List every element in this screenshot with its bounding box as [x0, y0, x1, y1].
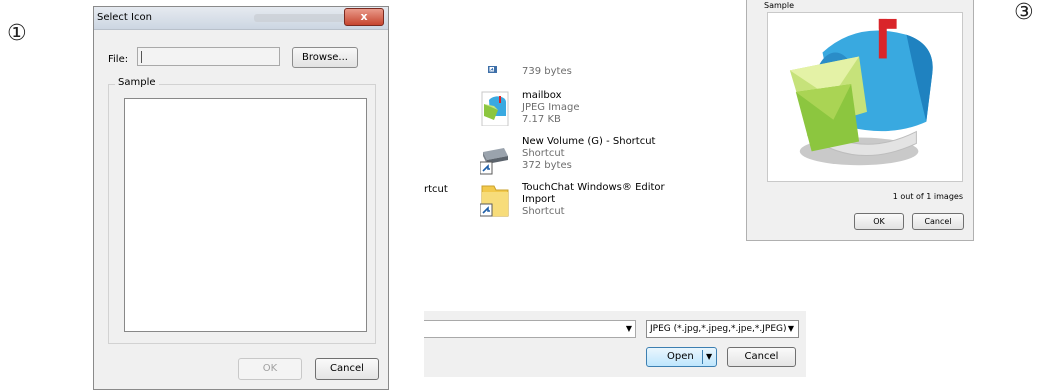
chevron-down-icon: ▼ [787, 324, 794, 333]
chevron-down-icon[interactable]: ▼ [706, 348, 712, 366]
file-type: Shortcut [522, 206, 565, 217]
open-split-button[interactable]: Open ▼ [646, 347, 717, 367]
cancel-button[interactable]: Cancel [315, 358, 379, 380]
title-bar[interactable]: Select Icon x [94, 7, 388, 30]
select-icon-dialog: Select Icon x File: Browse... Sample OK … [93, 6, 389, 390]
browse-button[interactable]: Browse... [292, 47, 358, 68]
file-item-touchchat[interactable]: TouchChat Windows® Editor Import Shortcu… [480, 182, 700, 222]
sample-preview-area [124, 98, 367, 332]
open-button-label: Open [667, 351, 694, 362]
chevron-down-icon[interactable]: ▼ [626, 324, 632, 333]
image-thumbnail-icon [481, 91, 509, 126]
file-name-line2: Import [522, 194, 556, 205]
drive-shortcut-icon [480, 148, 508, 175]
file-type: Shortcut [522, 148, 565, 159]
cancel-button[interactable]: Cancel [912, 213, 964, 230]
file-item[interactable]: 739 bytes [480, 66, 680, 86]
file-label: File: [108, 54, 129, 65]
file-name: mailbox [522, 90, 562, 101]
ok-button-disabled: OK [238, 358, 302, 380]
file-type-filter-select[interactable]: JPEG (*.jpg,*.jpeg,*.jpe,*.JPEG) ▼ [646, 320, 799, 338]
close-button[interactable]: x [344, 8, 384, 26]
ok-button[interactable]: OK [854, 213, 904, 230]
file-size: 739 bytes [522, 66, 572, 77]
text-caret [141, 51, 142, 63]
left-column-item-text: rtcut [424, 184, 448, 195]
split-divider [702, 350, 703, 364]
sample-label: Sample [764, 1, 794, 10]
file-type: JPEG Image [522, 102, 580, 113]
image-counter: 1 out of 1 images [892, 192, 963, 201]
file-item-mailbox[interactable]: mailbox JPEG Image 7.17 KB [480, 90, 680, 130]
file-input[interactable] [137, 47, 280, 66]
file-name: New Volume (G) - Shortcut [522, 136, 656, 147]
cancel-button[interactable]: Cancel [727, 347, 796, 367]
file-item-new-volume[interactable]: New Volume (G) - Shortcut Shortcut 372 b… [480, 136, 680, 176]
filename-combobox[interactable]: ▼ [424, 320, 636, 338]
mailbox-image [789, 18, 933, 166]
sample-preview-dialog: Sample 1 out of 1 images OK Cancel [746, 0, 974, 241]
dialog-title: Select Icon [97, 12, 152, 23]
file-name: TouchChat Windows® Editor [522, 182, 665, 193]
sample-image-frame [767, 12, 963, 182]
filter-value: JPEG (*.jpg,*.jpeg,*.jpe,*.JPEG) [650, 324, 787, 334]
sample-group-label: Sample [115, 77, 159, 88]
folder-shortcut-icon [480, 185, 509, 217]
file-size: 372 bytes [522, 160, 572, 171]
shortcut-icon [488, 66, 497, 73]
step-1-marker: ① [7, 21, 27, 46]
file-size: 7.17 KB [522, 114, 561, 125]
step-3-marker: ③ [1014, 0, 1034, 25]
